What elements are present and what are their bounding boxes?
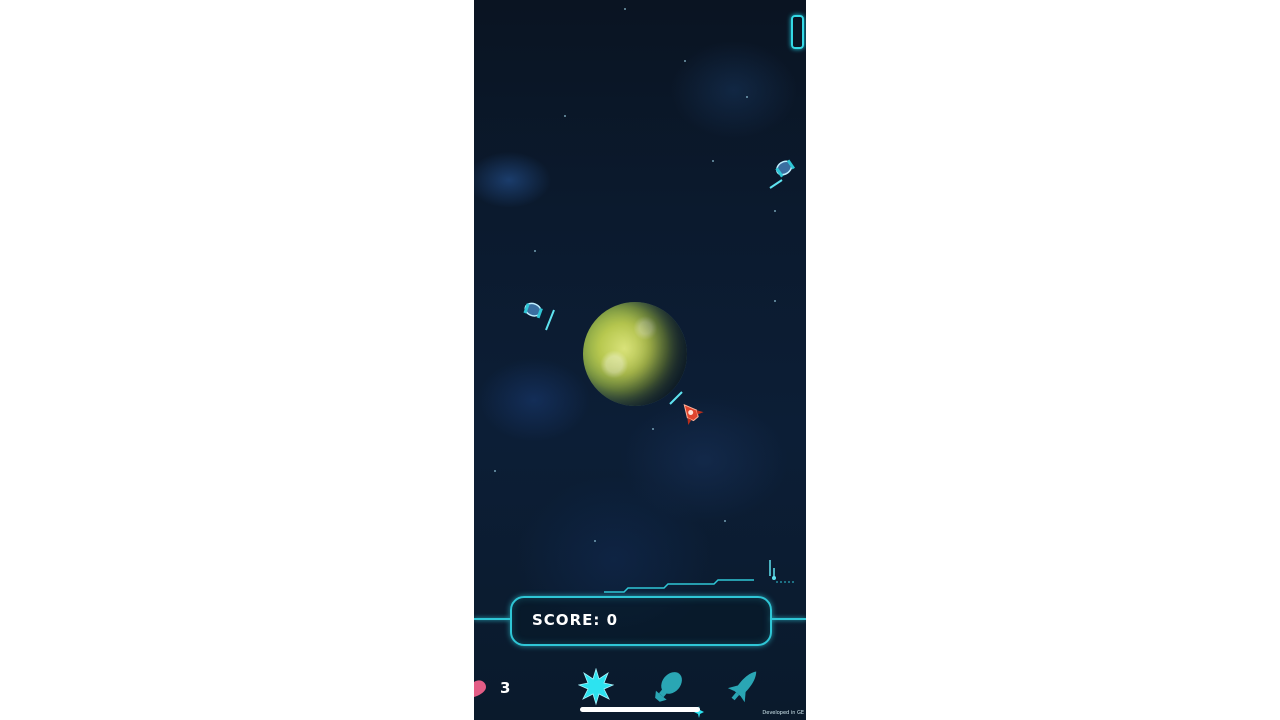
game-viewport[interactable]: SCORE: 0 3 Developed in GE	[474, 0, 806, 720]
hud-decoration	[604, 560, 796, 593]
pause-button[interactable]	[791, 15, 804, 49]
bomb-icon[interactable]	[648, 666, 690, 706]
star	[624, 8, 626, 10]
star	[774, 210, 776, 212]
developer-credit: Developed in GE	[762, 710, 804, 716]
burst-icon[interactable]	[578, 668, 614, 706]
star	[652, 428, 654, 430]
star	[494, 470, 496, 472]
score-label: SCORE: 0	[532, 611, 619, 629]
player-ship	[669, 391, 704, 426]
enemy-ship-left	[523, 302, 555, 331]
star	[774, 300, 776, 302]
hud-line-right	[770, 618, 806, 620]
lives-count: 3	[500, 679, 511, 697]
star	[564, 115, 566, 117]
rocket-icon[interactable]	[722, 664, 766, 708]
hud-line-left	[474, 618, 510, 620]
score-panel: SCORE: 0	[510, 596, 772, 646]
home-indicator	[580, 707, 700, 712]
enemy-ship-top-right	[769, 159, 796, 189]
star	[712, 160, 714, 162]
star	[594, 540, 596, 542]
heart-icon	[474, 680, 486, 697]
star	[724, 520, 726, 522]
star	[684, 60, 686, 62]
star	[534, 250, 536, 252]
star	[746, 96, 748, 98]
